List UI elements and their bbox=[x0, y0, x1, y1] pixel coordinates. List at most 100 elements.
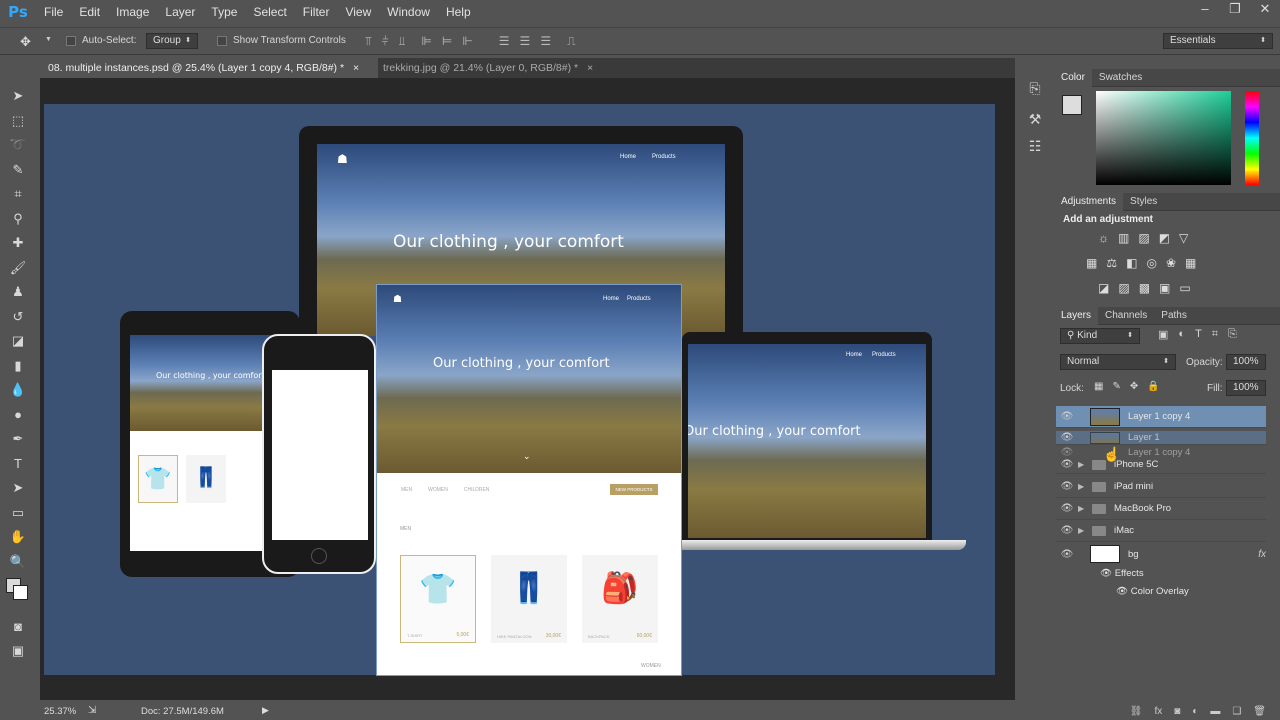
eyedropper-tool-icon[interactable]: ⚲ bbox=[0, 207, 36, 232]
distribute-top-icon[interactable]: ☰ bbox=[499, 34, 510, 49]
restore-button[interactable]: ❐ bbox=[1220, 0, 1250, 20]
visibility-eye-icon[interactable]: 👁 bbox=[1056, 459, 1078, 470]
tool-presets-icon[interactable]: ⚒ bbox=[1018, 111, 1052, 128]
align-right-icon[interactable]: ⊩ bbox=[462, 34, 472, 49]
hue-saturation-icon[interactable]: ▦ bbox=[1086, 256, 1097, 270]
move-tool-icon[interactable]: ➤ bbox=[0, 84, 36, 109]
exposure-icon[interactable]: ◩ bbox=[1159, 231, 1170, 245]
smart-object-filter-icon[interactable]: ⎘ bbox=[1228, 328, 1237, 341]
layer-bg[interactable]: 👁 bg fx bbox=[1056, 543, 1266, 565]
threshold-icon[interactable]: ▩ bbox=[1139, 281, 1150, 295]
menu-filter[interactable]: Filter bbox=[295, 0, 338, 24]
delete-layer-icon[interactable]: 🗑 bbox=[1253, 706, 1266, 717]
tab-color[interactable]: Color bbox=[1054, 68, 1092, 87]
color-field[interactable] bbox=[1096, 91, 1231, 185]
menu-view[interactable]: View bbox=[337, 0, 379, 24]
color-lookup-icon[interactable]: ▦ bbox=[1185, 256, 1196, 270]
auto-select-checkbox[interactable] bbox=[66, 36, 76, 46]
menu-image[interactable]: Image bbox=[108, 0, 157, 24]
history-brush-icon[interactable]: ↺ bbox=[0, 305, 36, 330]
expand-arrow-icon[interactable]: ▶ bbox=[1078, 460, 1088, 469]
clone-stamp-icon[interactable]: ♟ bbox=[0, 280, 36, 305]
layer-name[interactable]: Layer 1 copy 4 bbox=[1128, 411, 1190, 422]
tab-channels[interactable]: Channels bbox=[1098, 310, 1154, 321]
layer-group-ipad[interactable]: 👁 ▶ iPad mini bbox=[1056, 476, 1266, 498]
visibility-eye-icon[interactable]: 👁 bbox=[1056, 525, 1078, 536]
tab-swatches[interactable]: Swatches bbox=[1092, 72, 1149, 83]
tab-adjustments[interactable]: Adjustments bbox=[1054, 192, 1124, 211]
visibility-eye-icon[interactable]: 👁 bbox=[1100, 568, 1115, 579]
menu-edit[interactable]: Edit bbox=[71, 0, 108, 24]
history-icon[interactable]: ⎘ bbox=[1018, 80, 1052, 97]
vibrance-icon[interactable]: ▽ bbox=[1179, 231, 1188, 245]
properties-icon[interactable]: ☷ bbox=[1018, 138, 1052, 155]
curves-icon[interactable]: ▨ bbox=[1138, 231, 1149, 245]
close-tab-icon[interactable]: × bbox=[353, 62, 359, 74]
lasso-tool-icon[interactable]: ➰ bbox=[0, 133, 36, 158]
channel-mixer-icon[interactable]: ❀ bbox=[1166, 256, 1176, 270]
chevron-down-icon[interactable]: ▼ bbox=[45, 36, 52, 43]
menu-file[interactable]: File bbox=[36, 0, 71, 24]
visibility-eye-icon[interactable]: 👁 bbox=[1056, 481, 1078, 492]
visibility-eye-icon[interactable]: 👁 bbox=[1056, 432, 1078, 443]
group-dropdown[interactable]: Group ⬍ bbox=[146, 33, 198, 49]
menu-help[interactable]: Help bbox=[438, 0, 479, 24]
quick-mask-icon[interactable]: ◙ bbox=[0, 614, 36, 639]
opacity-input[interactable]: 100% bbox=[1226, 354, 1266, 370]
layer-name[interactable]: iMac bbox=[1114, 525, 1134, 536]
layer-name[interactable]: iPhone 5C bbox=[1114, 459, 1158, 470]
hue-slider[interactable] bbox=[1245, 91, 1259, 185]
show-transform-checkbox[interactable] bbox=[217, 36, 227, 46]
marquee-tool-icon[interactable]: ⬚ bbox=[0, 109, 36, 134]
gradient-map-icon[interactable]: ▭ bbox=[1179, 281, 1190, 295]
align-top-icon[interactable]: ⫪ bbox=[365, 34, 372, 49]
workspace-dropdown[interactable]: Essentials ⬍ bbox=[1163, 33, 1273, 49]
close-tab-icon[interactable]: × bbox=[587, 62, 593, 74]
close-button[interactable]: ✕ bbox=[1250, 0, 1280, 20]
move-tool-icon[interactable]: ✥ bbox=[20, 34, 31, 50]
menu-layer[interactable]: Layer bbox=[157, 0, 203, 24]
posterize-icon[interactable]: ▨ bbox=[1118, 281, 1129, 295]
pen-tool-icon[interactable]: ✒ bbox=[0, 427, 36, 452]
layer-row-selected[interactable]: 👁 Layer 1 copy 4 bbox=[1056, 406, 1266, 428]
align-vcenter-icon[interactable]: ⫩ bbox=[382, 34, 389, 49]
layer-row[interactable]: 👁 Layer 1 bbox=[1056, 431, 1266, 445]
kind-filter-dropdown[interactable]: ⚲ Kind ⬍ bbox=[1060, 328, 1140, 344]
path-select-icon[interactable]: ➤ bbox=[0, 476, 36, 501]
menu-window[interactable]: Window bbox=[379, 0, 438, 24]
lock-position-icon[interactable]: ✥ bbox=[1130, 381, 1138, 392]
healing-brush-icon[interactable]: ✚ bbox=[0, 231, 36, 256]
photo-filter-icon[interactable]: ◎ bbox=[1146, 256, 1156, 270]
align-bottom-icon[interactable]: ⫫ bbox=[399, 34, 406, 49]
add-style-icon[interactable]: fx bbox=[1154, 706, 1162, 717]
adjustment-filter-icon[interactable]: ◐ bbox=[1178, 328, 1185, 341]
expand-arrow-icon[interactable]: ▶ bbox=[1078, 526, 1088, 535]
tab-paths[interactable]: Paths bbox=[1154, 310, 1194, 321]
new-group-icon[interactable]: ▬ bbox=[1210, 706, 1220, 717]
blend-mode-dropdown[interactable]: Normal ⬍ bbox=[1060, 354, 1176, 370]
visibility-eye-icon[interactable]: 👁 bbox=[1056, 549, 1078, 560]
layer-group-imac[interactable]: 👁 ▶ iMac bbox=[1056, 520, 1266, 542]
visibility-eye-icon[interactable]: 👁 bbox=[1056, 411, 1078, 422]
eraser-tool-icon[interactable]: ◪ bbox=[0, 329, 36, 354]
type-filter-icon[interactable]: T bbox=[1195, 328, 1202, 341]
tab-multiple-instances[interactable]: 08. multiple instances.psd @ 25.4% (Laye… bbox=[40, 58, 378, 78]
tab-layers[interactable]: Layers bbox=[1054, 306, 1099, 325]
pixel-filter-icon[interactable]: ▣ bbox=[1158, 328, 1168, 341]
expand-arrow-icon[interactable]: ▶ bbox=[1078, 504, 1088, 513]
fill-input[interactable]: 100% bbox=[1226, 380, 1266, 396]
export-icon[interactable]: ⇲ bbox=[88, 705, 96, 716]
quick-select-tool-icon[interactable]: ✎ bbox=[0, 158, 36, 183]
zoom-tool-icon[interactable]: 🔍 bbox=[0, 550, 36, 575]
layer-name[interactable]: iPad mini bbox=[1114, 481, 1153, 492]
align-left-icon[interactable]: ⊫ bbox=[421, 34, 431, 49]
layer-group-iphone[interactable]: 👁 ▶ iPhone 5C bbox=[1056, 456, 1266, 474]
website-page-layer[interactable]: ☗ Home Products Our clothing , your comf… bbox=[376, 284, 682, 676]
selective-color-icon[interactable]: ▣ bbox=[1159, 281, 1170, 295]
status-arrow-icon[interactable]: ▶ bbox=[262, 705, 269, 716]
color-overlay-row[interactable]: 👁 Color Overlay bbox=[1116, 586, 1189, 597]
auto-align-icon[interactable]: ⎍ bbox=[567, 34, 575, 49]
expand-arrow-icon[interactable]: ▶ bbox=[1078, 482, 1088, 491]
add-mask-icon[interactable]: ◙ bbox=[1174, 706, 1180, 717]
dodge-tool-icon[interactable]: ● bbox=[0, 403, 36, 428]
